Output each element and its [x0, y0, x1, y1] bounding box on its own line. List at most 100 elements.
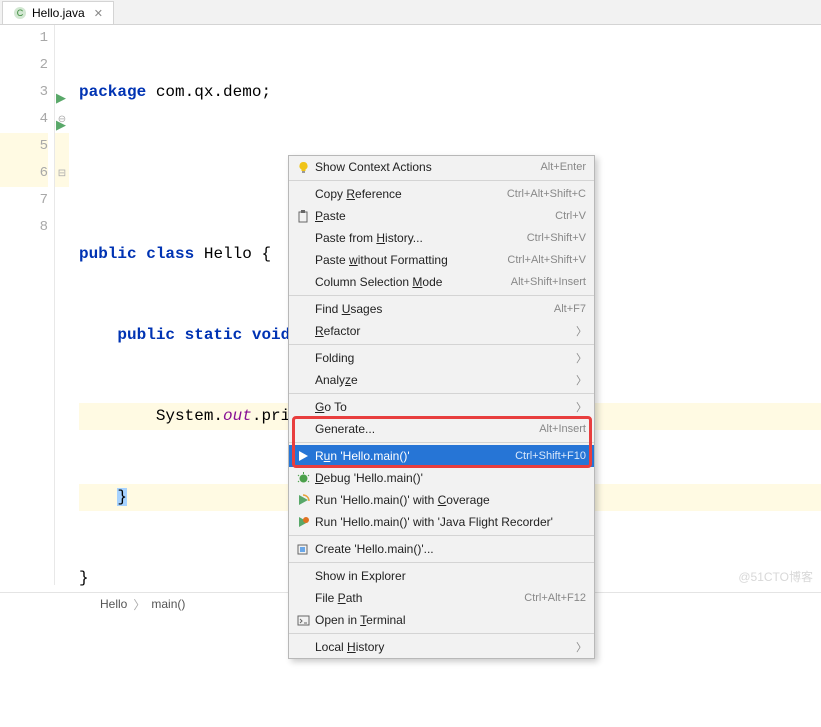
menu-shortcut: Ctrl+Alt+F12 — [524, 592, 586, 604]
menu-label: Find Usages — [313, 302, 554, 316]
menu-item[interactable]: Show in Explorer — [289, 565, 594, 587]
menu-item[interactable]: Create 'Hello.main()'... — [289, 538, 594, 560]
menu-shortcut: Ctrl+Shift+V — [527, 232, 586, 244]
menu-separator — [289, 562, 594, 563]
chevron-right-icon: 〉 — [576, 372, 586, 388]
menu-item[interactable]: Paste without FormattingCtrl+Alt+Shift+V — [289, 249, 594, 271]
run-icon — [293, 448, 313, 464]
menu-item[interactable]: Run 'Hello.main()' with Coverage — [289, 489, 594, 511]
menu-label: Paste without Formatting — [313, 253, 507, 267]
menu-label: Copy Reference — [313, 187, 507, 201]
blank-icon — [293, 399, 313, 415]
menu-item[interactable]: Run 'Hello.main()'Ctrl+Shift+F10 — [289, 445, 594, 467]
menu-item[interactable]: Copy ReferenceCtrl+Alt+Shift+C — [289, 183, 594, 205]
menu-label: Paste from History... — [313, 231, 527, 245]
menu-label: Refactor — [313, 324, 576, 338]
fold-icon[interactable]: ⊟ — [55, 160, 69, 187]
menu-shortcut: Ctrl+Alt+Shift+C — [507, 188, 586, 200]
menu-shortcut: Ctrl+V — [555, 210, 586, 222]
menu-item[interactable]: Folding〉 — [289, 347, 594, 369]
blank-icon — [293, 274, 313, 290]
line-number: 6 — [0, 160, 48, 187]
chevron-right-icon: 〉 — [576, 350, 586, 366]
menu-item[interactable]: PasteCtrl+V — [289, 205, 594, 227]
line-gutter: 1 2 3▶ 4▶ 5 6 7 8 — [0, 25, 55, 585]
line-number: 3▶ — [0, 79, 48, 106]
chevron-right-icon: 〉 — [576, 399, 586, 415]
line-number: 5 — [0, 133, 48, 160]
menu-label: Run 'Hello.main()' — [313, 449, 515, 463]
menu-item[interactable]: Open in Terminal — [289, 609, 594, 631]
line-number: 7 — [0, 187, 48, 214]
menu-separator — [289, 535, 594, 536]
tab-bar: C Hello.java ✕ — [0, 0, 821, 25]
blank-icon — [293, 568, 313, 584]
menu-separator — [289, 344, 594, 345]
blank-icon — [293, 639, 313, 655]
menu-label: Debug 'Hello.main()' — [313, 471, 586, 485]
menu-label: Show in Explorer — [313, 569, 586, 583]
watermark: @51CTO博客 — [738, 568, 813, 585]
menu-shortcut: Ctrl+Alt+Shift+V — [507, 254, 586, 266]
menu-item[interactable]: Show Context ActionsAlt+Enter — [289, 156, 594, 178]
menu-label: Paste — [313, 209, 555, 223]
tab-filename: Hello.java — [32, 6, 85, 20]
menu-label: Show Context Actions — [313, 160, 540, 174]
menu-item[interactable]: Refactor〉 — [289, 320, 594, 342]
bulb-icon — [293, 159, 313, 175]
menu-item[interactable]: Find UsagesAlt+F7 — [289, 298, 594, 320]
blank-icon — [293, 323, 313, 339]
menu-label: Run 'Hello.main()' with Coverage — [313, 493, 586, 507]
menu-item[interactable]: Paste from History...Ctrl+Shift+V — [289, 227, 594, 249]
menu-item[interactable]: File PathCtrl+Alt+F12 — [289, 587, 594, 609]
line-number: 8 — [0, 214, 48, 241]
blank-icon — [293, 230, 313, 246]
menu-label: Open in Terminal — [313, 613, 586, 627]
line-number: 2 — [0, 52, 48, 79]
blank-icon — [293, 372, 313, 388]
debug-icon — [293, 470, 313, 486]
term-icon — [293, 612, 313, 628]
blank-icon — [293, 590, 313, 606]
menu-separator — [289, 442, 594, 443]
menu-label: Go To — [313, 400, 576, 414]
chevron-right-icon: 〉 — [576, 323, 586, 339]
blank-icon — [293, 350, 313, 366]
menu-item[interactable]: Analyze〉 — [289, 369, 594, 391]
menu-label: Column Selection Mode — [313, 275, 511, 289]
menu-separator — [289, 180, 594, 181]
menu-item[interactable]: Generate...Alt+Insert — [289, 418, 594, 440]
blank-icon — [293, 301, 313, 317]
menu-label: Folding — [313, 351, 576, 365]
chevron-right-icon: 〉 — [133, 596, 145, 613]
menu-item[interactable]: Run 'Hello.main()' with 'Java Flight Rec… — [289, 511, 594, 533]
breadcrumb-item[interactable]: Hello — [100, 597, 127, 611]
breadcrumb-item[interactable]: main() — [151, 597, 185, 611]
run-gutter-icon[interactable]: ▶ — [56, 85, 66, 112]
menu-label: Analyze — [313, 373, 576, 387]
close-icon[interactable]: ✕ — [94, 7, 103, 20]
blank-icon — [293, 186, 313, 202]
menu-shortcut: Ctrl+Shift+F10 — [515, 450, 586, 462]
menu-separator — [289, 393, 594, 394]
flight-icon — [293, 514, 313, 530]
menu-shortcut: Alt+Shift+Insert — [511, 276, 586, 288]
menu-item[interactable]: Column Selection ModeAlt+Shift+Insert — [289, 271, 594, 293]
blank-icon — [293, 252, 313, 268]
svg-text:C: C — [17, 8, 24, 18]
menu-label: File Path — [313, 591, 524, 605]
menu-item[interactable]: Debug 'Hello.main()' — [289, 467, 594, 489]
menu-shortcut: Alt+F7 — [554, 303, 586, 315]
menu-item[interactable]: Go To〉 — [289, 396, 594, 418]
line-number: 4▶ — [0, 106, 48, 133]
menu-label: Generate... — [313, 422, 539, 436]
cover-icon — [293, 492, 313, 508]
run-gutter-icon[interactable]: ▶ — [56, 112, 66, 139]
menu-separator — [289, 633, 594, 634]
menu-shortcut: Alt+Enter — [540, 161, 586, 173]
menu-shortcut: Alt+Insert — [539, 423, 586, 435]
menu-item[interactable]: Local History〉 — [289, 636, 594, 658]
file-tab[interactable]: C Hello.java ✕ — [2, 1, 114, 24]
context-menu: Show Context ActionsAlt+Enter Copy Refere… — [288, 155, 595, 659]
paste-icon — [293, 208, 313, 224]
